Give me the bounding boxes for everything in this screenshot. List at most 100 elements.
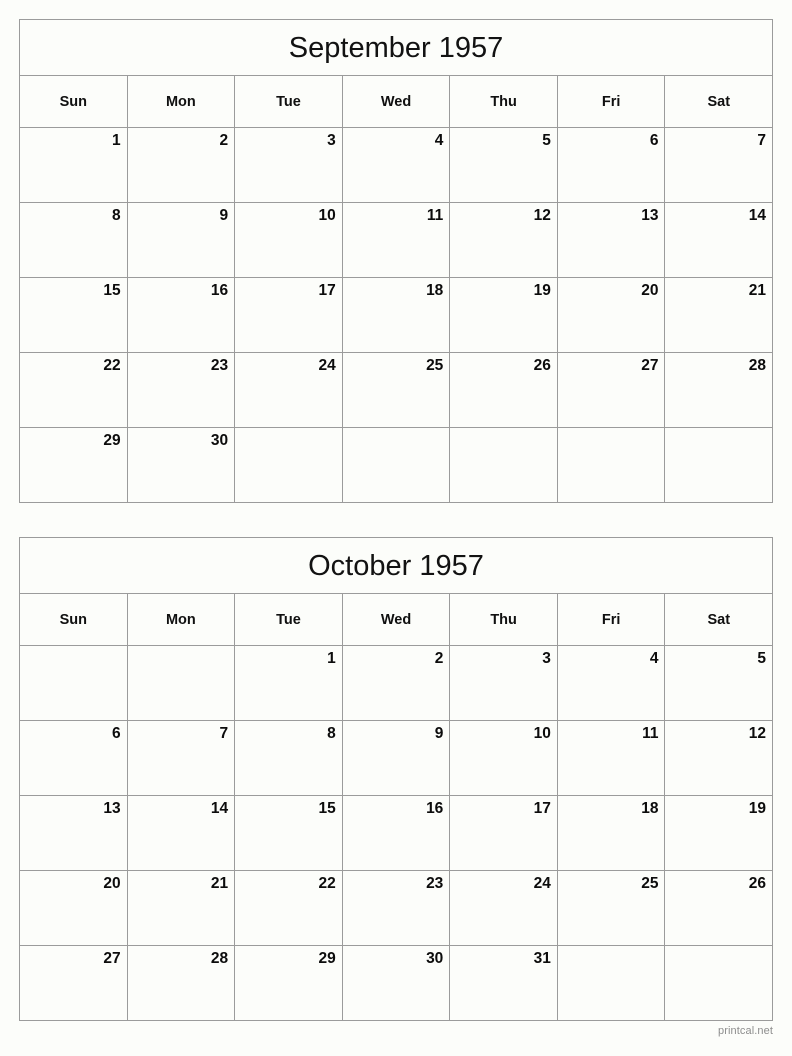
day-cell[interactable]: 5: [665, 646, 774, 721]
day-cell[interactable]: 21: [127, 871, 236, 946]
day-cell[interactable]: 30: [127, 428, 236, 503]
day-number: 28: [210, 950, 229, 967]
day-cell[interactable]: 11: [557, 721, 666, 796]
day-cell[interactable]: 3: [235, 128, 343, 203]
day-cell[interactable]: 29: [235, 946, 343, 1021]
day-cell[interactable]: 19: [665, 796, 774, 871]
day-number: 12: [748, 725, 767, 742]
day-cell[interactable]: 24: [235, 353, 343, 428]
day-cell[interactable]: 26: [450, 353, 558, 428]
day-cell[interactable]: 25: [557, 871, 666, 946]
day-number: 2: [434, 650, 444, 667]
day-cell[interactable]: 15: [235, 796, 343, 871]
day-cell[interactable]: 17: [450, 796, 558, 871]
day-cell[interactable]: 22: [20, 353, 128, 428]
day-cell[interactable]: [557, 946, 666, 1021]
day-cell[interactable]: [342, 428, 451, 503]
day-number: 4: [434, 132, 444, 149]
day-cell[interactable]: 1: [20, 128, 128, 203]
day-cell[interactable]: [665, 946, 774, 1021]
day-cell[interactable]: 1: [235, 646, 343, 721]
day-cell[interactable]: 3: [450, 646, 558, 721]
day-cell[interactable]: 24: [450, 871, 558, 946]
day-number: 24: [533, 875, 551, 892]
day-number: 1: [111, 132, 121, 149]
day-cell[interactable]: 7: [665, 128, 774, 203]
day-cell[interactable]: [20, 646, 128, 721]
week-row: 1 2 3 4 5 6 7: [20, 128, 774, 203]
day-cell[interactable]: 19: [450, 278, 558, 353]
day-cell[interactable]: 21: [665, 278, 774, 353]
day-cell[interactable]: 12: [450, 203, 558, 278]
weekday-header-sun: Sun: [20, 594, 128, 646]
weekday-header-fri: Fri: [557, 76, 666, 128]
week-row: 22 23 24 25 26 27 28: [20, 353, 774, 428]
day-cell[interactable]: 17: [235, 278, 343, 353]
calendar-page: September 1957 Sun Mon Tue Wed Thu Fri S…: [0, 0, 792, 1056]
day-cell[interactable]: 27: [20, 946, 128, 1021]
day-number: 17: [318, 282, 336, 299]
day-cell[interactable]: 28: [127, 946, 236, 1021]
week-row: 6 7 8 9 10 11 12: [20, 721, 774, 796]
day-cell[interactable]: [235, 428, 343, 503]
day-number: 16: [210, 282, 229, 299]
day-cell[interactable]: 16: [127, 278, 236, 353]
day-cell[interactable]: 23: [342, 871, 451, 946]
day-cell[interactable]: 30: [342, 946, 451, 1021]
day-number: 5: [757, 650, 767, 667]
day-cell[interactable]: 27: [557, 353, 666, 428]
day-cell[interactable]: 18: [557, 796, 666, 871]
day-cell[interactable]: 9: [342, 721, 451, 796]
day-cell[interactable]: [557, 428, 666, 503]
day-cell[interactable]: 6: [557, 128, 666, 203]
day-cell[interactable]: 18: [342, 278, 451, 353]
week-row: 27 28 29 30 31: [20, 946, 774, 1021]
day-cell[interactable]: 14: [665, 203, 774, 278]
day-number: 13: [103, 800, 121, 817]
day-cell[interactable]: 31: [450, 946, 558, 1021]
day-cell[interactable]: 8: [235, 721, 343, 796]
day-cell[interactable]: 28: [665, 353, 774, 428]
day-cell[interactable]: 10: [235, 203, 343, 278]
day-cell[interactable]: 22: [235, 871, 343, 946]
day-cell[interactable]: 2: [127, 128, 236, 203]
weekday-header-thu: Thu: [450, 594, 558, 646]
day-cell[interactable]: [665, 428, 774, 503]
day-cell[interactable]: 15: [20, 278, 128, 353]
day-cell[interactable]: 9: [127, 203, 236, 278]
day-number: 26: [533, 357, 551, 374]
day-number: 20: [103, 875, 121, 892]
day-cell[interactable]: 6: [20, 721, 128, 796]
day-number: 26: [748, 875, 767, 892]
day-cell[interactable]: 12: [665, 721, 774, 796]
day-cell[interactable]: 10: [450, 721, 558, 796]
day-cell[interactable]: 4: [342, 128, 451, 203]
day-number: 28: [748, 357, 767, 374]
day-cell[interactable]: 5: [450, 128, 558, 203]
day-number: 19: [533, 282, 551, 299]
weekday-header-sat: Sat: [665, 594, 774, 646]
day-cell[interactable]: 13: [557, 203, 666, 278]
day-cell[interactable]: 26: [665, 871, 774, 946]
weekday-header-mon: Mon: [127, 76, 236, 128]
day-cell[interactable]: 23: [127, 353, 236, 428]
day-cell[interactable]: [127, 646, 236, 721]
day-number: 30: [426, 950, 444, 967]
month-title-september: September 1957: [20, 20, 773, 76]
day-cell[interactable]: [450, 428, 558, 503]
day-cell[interactable]: 29: [20, 428, 128, 503]
day-cell[interactable]: 4: [557, 646, 666, 721]
day-number: 31: [533, 950, 551, 967]
day-cell[interactable]: 20: [20, 871, 128, 946]
day-number: 3: [327, 132, 336, 149]
day-cell[interactable]: 25: [342, 353, 451, 428]
day-cell[interactable]: 2: [342, 646, 451, 721]
day-number: 14: [210, 800, 229, 817]
day-cell[interactable]: 13: [20, 796, 128, 871]
day-cell[interactable]: 20: [557, 278, 666, 353]
day-cell[interactable]: 14: [127, 796, 236, 871]
day-cell[interactable]: 8: [20, 203, 128, 278]
day-cell[interactable]: 11: [342, 203, 451, 278]
day-cell[interactable]: 16: [342, 796, 451, 871]
day-cell[interactable]: 7: [127, 721, 236, 796]
